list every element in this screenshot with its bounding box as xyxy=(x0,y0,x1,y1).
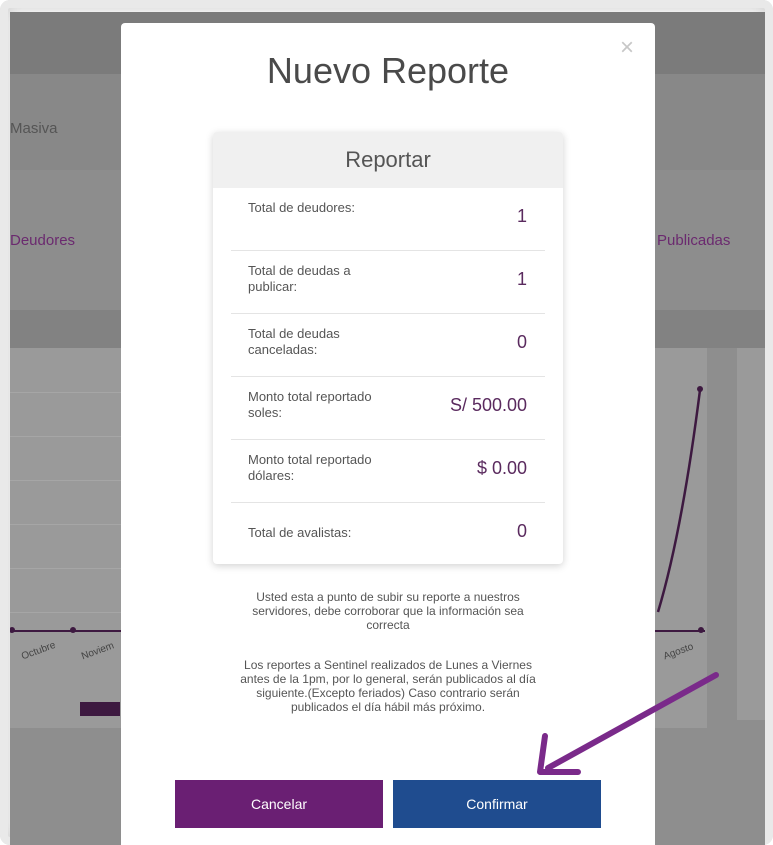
summary-row-monto-soles: Monto total reportado soles: S/ 500.00 xyxy=(231,377,545,440)
summary-row-total-deudas-publicar: Total de deudas a publicar: 1 xyxy=(231,251,545,314)
summary-row-label: Monto total reportado dólares: xyxy=(248,452,372,483)
summary-row-value: S/ 500.00 xyxy=(449,395,527,415)
summary-row-total-deudores: Total de deudores: 1 xyxy=(231,188,545,251)
publication-schedule-notice: Los reportes a Sentinel realizados de Lu… xyxy=(240,658,536,714)
summary-row-monto-dolares: Monto total reportado dólares: $ 0.00 xyxy=(231,440,545,503)
summary-row-value: 0 xyxy=(516,521,527,541)
summary-row-value: 0 xyxy=(516,332,527,352)
card-header: Reportar xyxy=(213,132,563,188)
upload-notice: Usted esta a punto de subir su reporte a… xyxy=(252,590,524,632)
summary-row-label: Total de deudas a publicar: xyxy=(248,263,351,294)
summary-row-total-avalistas: Total de avalistas: 0 xyxy=(231,503,545,564)
summary-row-value: $ 0.00 xyxy=(476,458,527,478)
summary-row-label: Total de deudores: xyxy=(248,200,355,215)
report-summary-card: Reportar Total de deudores: 1 Total de d… xyxy=(213,132,563,564)
modal-title: Nuevo Reporte xyxy=(266,50,510,91)
summary-row-value: 1 xyxy=(516,269,527,289)
summary-row-label: Monto total reportado soles: xyxy=(248,389,372,420)
summary-row-total-deudas-canceladas: Total de deudas canceladas: 0 xyxy=(231,314,545,377)
summary-row-value: 1 xyxy=(516,206,527,226)
summary-row-label: Total de avalistas: xyxy=(248,525,352,540)
cancel-button[interactable]: Cancelar xyxy=(175,780,383,828)
confirm-button[interactable]: Confirmar xyxy=(393,780,601,828)
summary-row-label: Total de deudas canceladas: xyxy=(248,326,340,357)
